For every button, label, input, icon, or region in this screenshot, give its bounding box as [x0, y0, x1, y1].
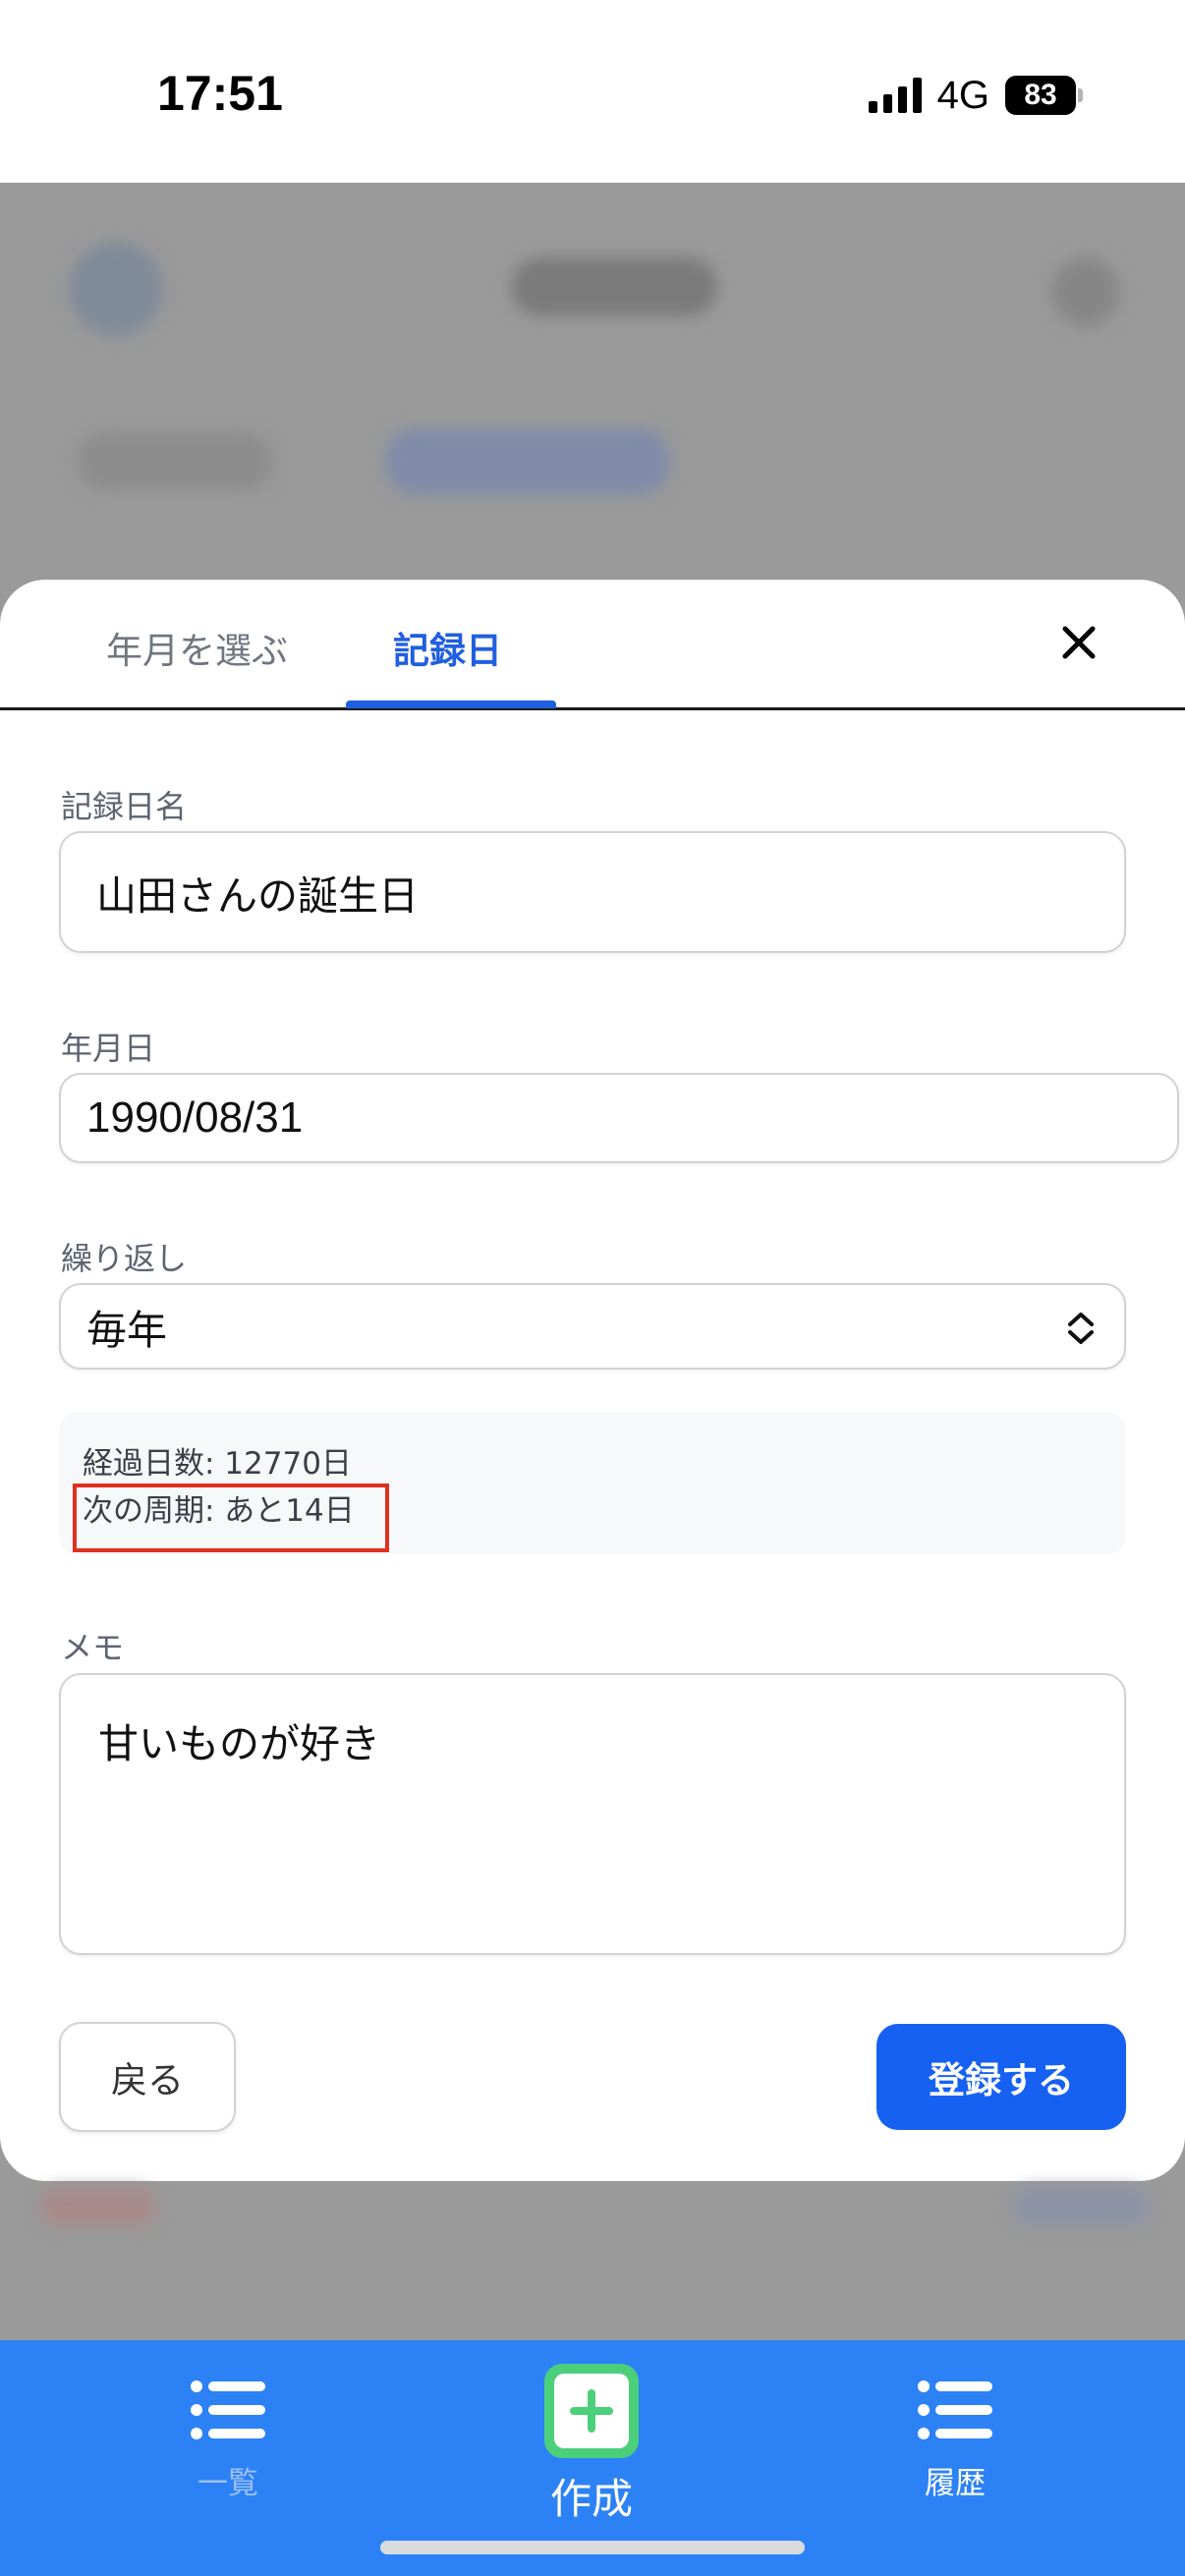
- status-indicators: 4G 83: [868, 71, 1083, 120]
- background-title: [511, 257, 717, 316]
- signal-icon: [868, 78, 922, 113]
- background-settings-icon: [1051, 257, 1120, 326]
- list-icon: [918, 2380, 992, 2439]
- nav-label-create: 作成: [549, 2475, 633, 2523]
- status-time: 17:51: [157, 66, 283, 121]
- date-label: 年月日: [61, 1030, 156, 1067]
- info-panel: 経過日数: 12770日 次の周期: あと14日: [59, 1413, 1126, 1554]
- close-icon[interactable]: [1059, 623, 1099, 662]
- repeat-select[interactable]: 毎年: [59, 1283, 1126, 1370]
- background-fragment-left: [39, 2187, 157, 2226]
- repeat-label: 繰り返し: [61, 1240, 188, 1277]
- plus-icon: [570, 2389, 613, 2433]
- name-input[interactable]: 山田さんの誕生日: [59, 831, 1126, 953]
- home-indicator: [380, 2541, 805, 2554]
- background-avatar: [69, 242, 163, 336]
- elapsed-days: 経過日数: 12770日: [83, 1446, 352, 1482]
- record-day-sheet: 年月を選ぶ 記録日 記録日名 山田さんの誕生日 年月日 1990/08/31 繰…: [0, 580, 1185, 2181]
- highlight-box: [73, 1484, 389, 1552]
- nav-label-list: 一覧: [198, 2466, 258, 2501]
- memo-textarea[interactable]: 甘いものが好き: [59, 1673, 1126, 1955]
- network-label: 4G: [936, 73, 989, 117]
- background-link: [385, 428, 670, 495]
- tab-bar: 年月を選ぶ 記録日: [0, 580, 1185, 710]
- date-input[interactable]: 1990/08/31: [59, 1073, 1179, 1163]
- create-icon-frame: [544, 2364, 639, 2458]
- battery-level: 83: [1005, 76, 1076, 115]
- tab-select-month[interactable]: 年月を選ぶ: [106, 621, 288, 674]
- nav-item-list[interactable]: 一覧: [130, 2380, 326, 2502]
- nav-item-history[interactable]: 履歴: [857, 2380, 1053, 2502]
- battery-icon: 83: [1005, 76, 1083, 115]
- tab-record-day[interactable]: 記録日: [393, 621, 502, 674]
- repeat-select-value: 毎年: [86, 1307, 167, 1354]
- list-icon: [191, 2380, 265, 2439]
- chevron-updown-icon: [1068, 1313, 1094, 1344]
- nav-item-create[interactable]: 作成: [493, 2364, 690, 2526]
- background-chip: [77, 432, 273, 491]
- status-bar: 17:51 4G 83: [0, 0, 1185, 183]
- active-tab-indicator: [346, 700, 556, 708]
- memo-label: メモ: [61, 1629, 125, 1666]
- submit-button[interactable]: 登録する: [876, 2024, 1126, 2130]
- back-button[interactable]: 戻る: [59, 2022, 236, 2132]
- nav-label-history: 履歴: [925, 2466, 986, 2501]
- background-fragment-right: [1012, 2187, 1150, 2226]
- name-label: 記録日名: [61, 788, 188, 825]
